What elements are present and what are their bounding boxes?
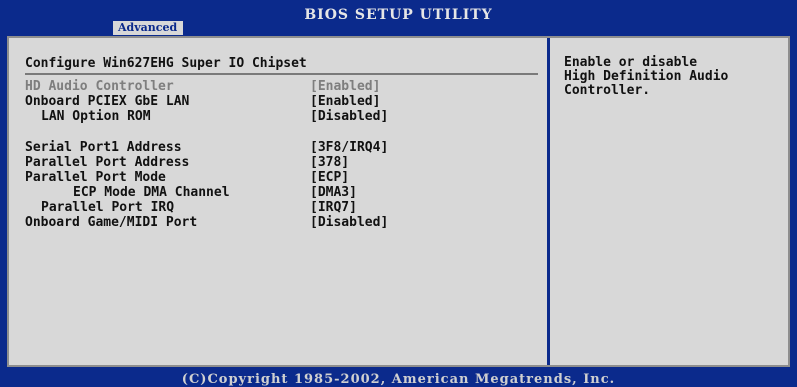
setting-parallel-port-irq[interactable]: Parallel Port IRQ [IRQ7] bbox=[25, 201, 505, 215]
setting-onboard-pciex-gbe-lan[interactable]: Onboard PCIEX GbE LAN [Enabled] bbox=[25, 95, 505, 109]
main-panel: Configure Win627EHG Super IO Chipset HD … bbox=[7, 36, 790, 367]
settings-pane: Configure Win627EHG Super IO Chipset HD … bbox=[9, 38, 547, 365]
setting-value: [Enabled] bbox=[310, 94, 381, 109]
setting-parallel-port-address[interactable]: Parallel Port Address [378] bbox=[25, 156, 505, 170]
setting-value: [378] bbox=[310, 155, 350, 170]
setting-label: Onboard Game/MIDI Port bbox=[25, 215, 198, 230]
setting-value: [3F8/IRQ4] bbox=[310, 140, 389, 155]
setting-value: [DMA3] bbox=[310, 185, 357, 200]
help-pane: Enable or disable High Definition Audio … bbox=[554, 38, 788, 365]
help-text: Enable or disable High Definition Audio … bbox=[564, 55, 729, 98]
setting-serial-port1-address[interactable]: Serial Port1 Address [3F8/IRQ4] bbox=[25, 141, 505, 155]
setting-hd-audio-controller[interactable]: HD Audio Controller [Enabled] bbox=[25, 80, 505, 94]
setting-value: [Disabled] bbox=[310, 215, 389, 230]
pane-divider bbox=[547, 38, 550, 365]
section-title-underline bbox=[25, 73, 538, 75]
setting-label: HD Audio Controller bbox=[25, 79, 174, 94]
setting-value: [Enabled] bbox=[310, 79, 381, 94]
setting-label: Parallel Port IRQ bbox=[41, 200, 175, 215]
setting-value: [ECP] bbox=[310, 170, 350, 185]
setting-onboard-game-midi-port[interactable]: Onboard Game/MIDI Port [Disabled] bbox=[25, 216, 505, 230]
setting-label: Onboard PCIEX GbE LAN bbox=[25, 94, 190, 109]
setting-label: Parallel Port Mode bbox=[25, 170, 166, 185]
setting-value: [IRQ7] bbox=[310, 200, 357, 215]
header-bar: BIOS SETUP UTILITY Advanced bbox=[0, 0, 797, 35]
setting-ecp-mode-dma-channel[interactable]: ECP Mode DMA Channel [DMA3] bbox=[25, 186, 505, 200]
section-title: Configure Win627EHG Super IO Chipset bbox=[25, 56, 307, 71]
setting-label: ECP Mode DMA Channel bbox=[73, 185, 230, 200]
setting-label: Serial Port1 Address bbox=[25, 140, 182, 155]
setting-parallel-port-mode[interactable]: Parallel Port Mode [ECP] bbox=[25, 171, 505, 185]
setting-lan-option-rom[interactable]: LAN Option ROM [Disabled] bbox=[25, 110, 505, 124]
footer-bar: (C)Copyright 1985-2002, American Megatre… bbox=[0, 370, 797, 387]
setting-label: LAN Option ROM bbox=[41, 109, 151, 124]
copyright-text: (C)Copyright 1985-2002, American Megatre… bbox=[181, 372, 616, 387]
setting-value: [Disabled] bbox=[310, 109, 389, 124]
tab-advanced[interactable]: Advanced bbox=[113, 21, 184, 35]
setting-label: Parallel Port Address bbox=[25, 155, 190, 170]
